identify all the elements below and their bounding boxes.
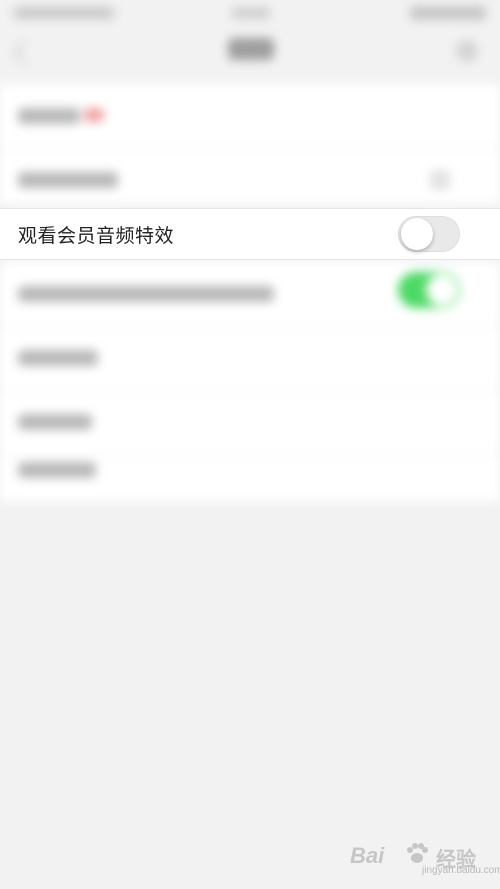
toggle-switch-on[interactable] xyxy=(398,272,460,308)
paw-icon xyxy=(407,843,428,863)
settings-row-member-audio-effects[interactable]: 观看会员音频特效 xyxy=(0,208,500,260)
status-bar xyxy=(0,0,500,28)
settings-row-1[interactable] xyxy=(0,84,500,149)
settings-row-5[interactable] xyxy=(0,326,500,391)
status-time xyxy=(232,7,270,19)
watermark: Bai 经验 jingyan.baidu.com xyxy=(350,841,500,881)
back-icon[interactable] xyxy=(12,40,37,65)
status-carrier xyxy=(14,7,114,19)
settings-row-2[interactable] xyxy=(0,148,500,205)
blurred-background xyxy=(0,0,500,889)
page-title xyxy=(228,38,274,60)
more-icon[interactable] xyxy=(456,40,478,62)
watermark-brand: Bai xyxy=(350,843,385,868)
status-battery-icon xyxy=(410,6,486,20)
watermark-url: jingyan.baidu.com xyxy=(422,865,500,876)
settings-group-top xyxy=(0,84,500,205)
toggle-knob xyxy=(401,218,433,250)
settings-row-7[interactable] xyxy=(0,438,500,503)
setting-label: 观看会员音频特效 xyxy=(18,226,175,247)
nav-bar xyxy=(0,28,500,74)
member-audio-effects-toggle[interactable] xyxy=(398,216,460,252)
